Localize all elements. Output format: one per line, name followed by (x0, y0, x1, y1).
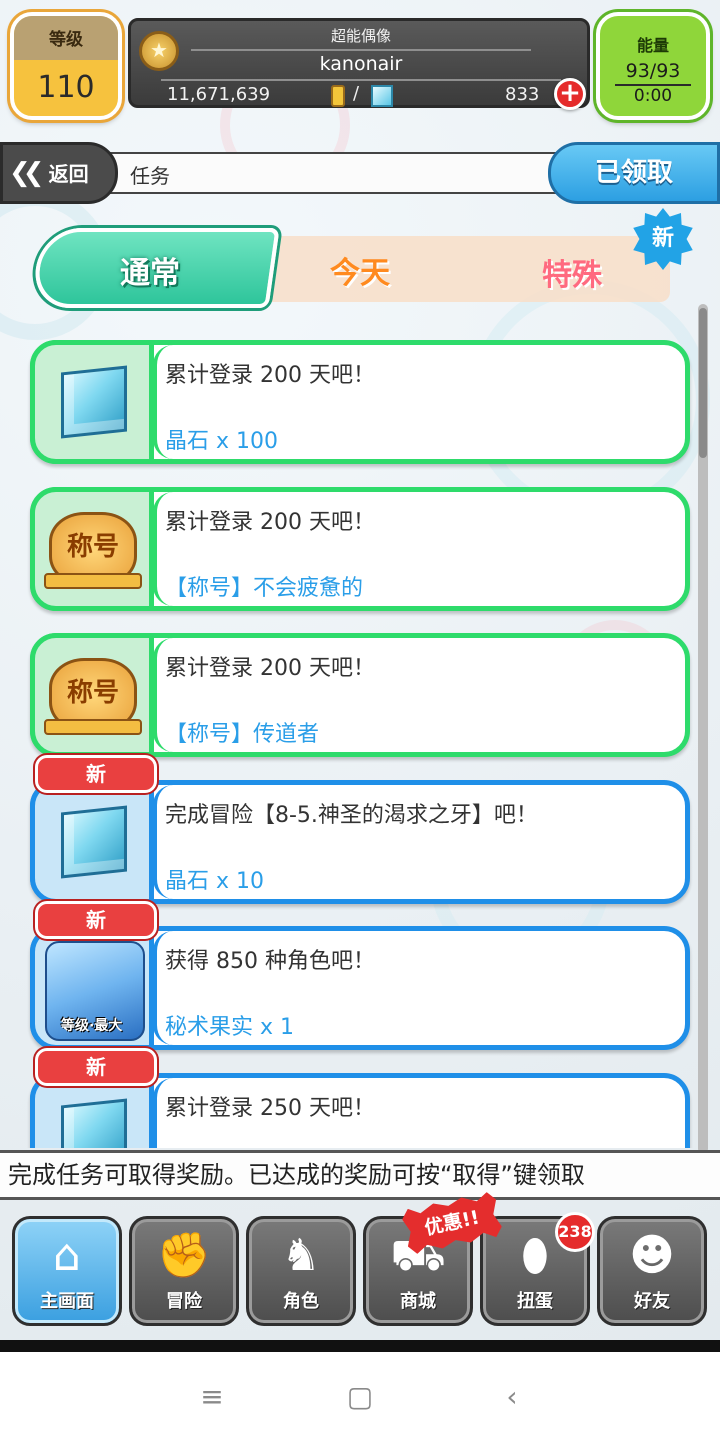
back-button[interactable]: ❮❮ 返回 (0, 142, 118, 204)
home-icon: ⌂ (53, 1230, 81, 1281)
ribbon-icon (44, 573, 142, 589)
player-name: kanonair (319, 53, 403, 75)
crystal-icon (61, 365, 127, 439)
mission-icon-frame (30, 780, 154, 904)
mission-icon-frame: 等级·最大 (30, 926, 154, 1050)
bottom-menu: ⌂ 主画面 ✊ 冒险 ♞ 角色 ⛟ 商城 ⬮ 扭蛋 ☻ 好友 优惠!! 238 (0, 1200, 720, 1340)
menu-label: 好友 (634, 1291, 670, 1312)
list-scrollbar[interactable] (698, 304, 708, 1154)
menu-home-button[interactable]: ⌂ 主画面 (12, 1216, 122, 1326)
menu-icon[interactable]: ≡ (192, 1380, 232, 1413)
level-label: 等级 (14, 16, 118, 60)
back-label: 返回 (48, 162, 89, 186)
menu-adventure-button[interactable]: ✊ 冒险 (129, 1216, 239, 1326)
mission-icon-frame (30, 340, 154, 464)
ribbon-icon (44, 719, 142, 735)
player-info-bar[interactable]: ★ 超能偶像 kanonair 11,671,639 / 833 (128, 18, 590, 108)
mission-title: 累计登录 200 天吧！ (165, 656, 375, 681)
gem-amount: 833 (505, 84, 540, 105)
menu-label: 主画面 (40, 1291, 94, 1312)
menu-label: 角色 (283, 1291, 319, 1312)
energy-timer: 0:00 (615, 84, 691, 106)
menu-character-button[interactable]: ♞ 角色 (246, 1216, 356, 1326)
mission-reward: 秘术果实 x 1 (165, 1015, 295, 1040)
crystal-icon (61, 1098, 127, 1148)
mission-reward: 晶石 x 10 (165, 869, 265, 894)
currency-separator: / (353, 83, 360, 104)
mission-card[interactable]: 称号 累计登录 200 天吧！ 【称号】不会疲惫的 (30, 487, 690, 611)
crystal-icon (61, 805, 127, 879)
menu-label: 商城 (400, 1291, 436, 1312)
title-badge-text: 称号 (66, 532, 119, 562)
title-badge-text: 称号 (66, 678, 119, 708)
new-tag: 新 (35, 1048, 157, 1086)
mission-title: 累计登录 200 天吧！ (165, 363, 375, 388)
mission-reward: 晶石 x 100 (165, 429, 278, 454)
home-square-icon[interactable]: ▢ (340, 1380, 380, 1413)
friends-icon: ☻ (629, 1230, 675, 1281)
menu-label: 冒险 (166, 1291, 202, 1312)
info-ticker: 完成任务可取得奖励。已达成的奖励可按“取得”键领取 (0, 1150, 720, 1200)
system-navigation-bar: ≡ ▢ ‹ (0, 1352, 720, 1440)
game-screen: 等级 110 ★ 超能偶像 kanonair 11,671,639 / 833 … (0, 0, 720, 1340)
mission-tabs: 通常 今天 特殊 (30, 228, 690, 312)
level-value: 110 (37, 70, 95, 105)
mission-card[interactable]: 累计登录 250 天吧！ 新 (30, 1048, 690, 1148)
menu-friends-button[interactable]: ☻ 好友 (597, 1216, 707, 1326)
gold-icon (331, 85, 345, 107)
mission-card[interactable]: 完成冒险【8-5.神圣的渴求之牙】吧！ 晶石 x 10 新 (30, 755, 690, 904)
tab-special[interactable]: 特殊 (522, 250, 622, 294)
medal-icon: ★ (139, 31, 179, 71)
energy-value: 93/93 (625, 60, 681, 82)
tab-normal[interactable]: 通常 (100, 248, 200, 292)
mission-card[interactable]: 累计登录 200 天吧！ 晶石 x 100 (30, 340, 690, 464)
character-level-label: 等级·最大 (61, 1018, 123, 1034)
add-gems-button[interactable]: + (554, 78, 586, 110)
double-chevron-left-icon: ❮❮ (9, 158, 44, 188)
character-icon: 等级·最大 (45, 941, 145, 1041)
mission-title: 累计登录 250 天吧！ (165, 1096, 375, 1121)
mission-card[interactable]: 等级·最大 获得 850 种角色吧！ 秘术果实 x 1 新 (30, 901, 690, 1050)
new-tag: 新 (35, 901, 157, 939)
mission-card[interactable]: 称号 累计登录 200 天吧！ 【称号】传道者 (30, 633, 690, 757)
screen-bottom-edge (0, 1340, 720, 1352)
energy-box[interactable]: 能量 93/93 0:00 (596, 12, 710, 120)
claimed-button[interactable]: 已领取 (548, 142, 720, 204)
scrollbar-thumb[interactable] (699, 308, 707, 458)
currency-row: 11,671,639 / 833 (161, 79, 561, 107)
page-title: 任务 (130, 164, 170, 188)
player-title: 超能偶像 (191, 25, 531, 51)
title-badge-icon: 称号 (44, 658, 142, 735)
mission-icon-frame: 称号 (30, 487, 154, 611)
crystal-icon (371, 85, 393, 107)
menu-label: 扭蛋 (517, 1291, 553, 1312)
mission-title: 完成冒险【8-5.神圣的渴求之牙】吧！ (165, 803, 538, 828)
mission-icon-frame: 称号 (30, 633, 154, 757)
handshake-icon: ✊ (156, 1230, 212, 1281)
rabbit-icon: ♞ (281, 1230, 321, 1281)
gold-amount: 11,671,639 (167, 84, 271, 105)
mission-title: 获得 850 种角色吧！ (165, 949, 375, 974)
title-badge-icon: 称号 (44, 512, 142, 589)
mission-reward: 【称号】传道者 (165, 722, 320, 747)
gacha-count-badge: 238 (555, 1212, 595, 1252)
level-box[interactable]: 等级 110 (10, 12, 122, 120)
new-tag: 新 (35, 755, 157, 793)
tab-today[interactable]: 今天 (310, 248, 410, 292)
energy-label: 能量 (636, 36, 669, 55)
back-arrow-icon[interactable]: ‹ (492, 1380, 532, 1413)
mission-title: 累计登录 200 天吧！ (165, 510, 375, 535)
mission-list[interactable]: 累计登录 200 天吧！ 晶石 x 100 称号 累计登录 200 天吧！ 【称… (0, 330, 720, 1148)
mission-reward: 【称号】不会疲惫的 (165, 576, 364, 601)
